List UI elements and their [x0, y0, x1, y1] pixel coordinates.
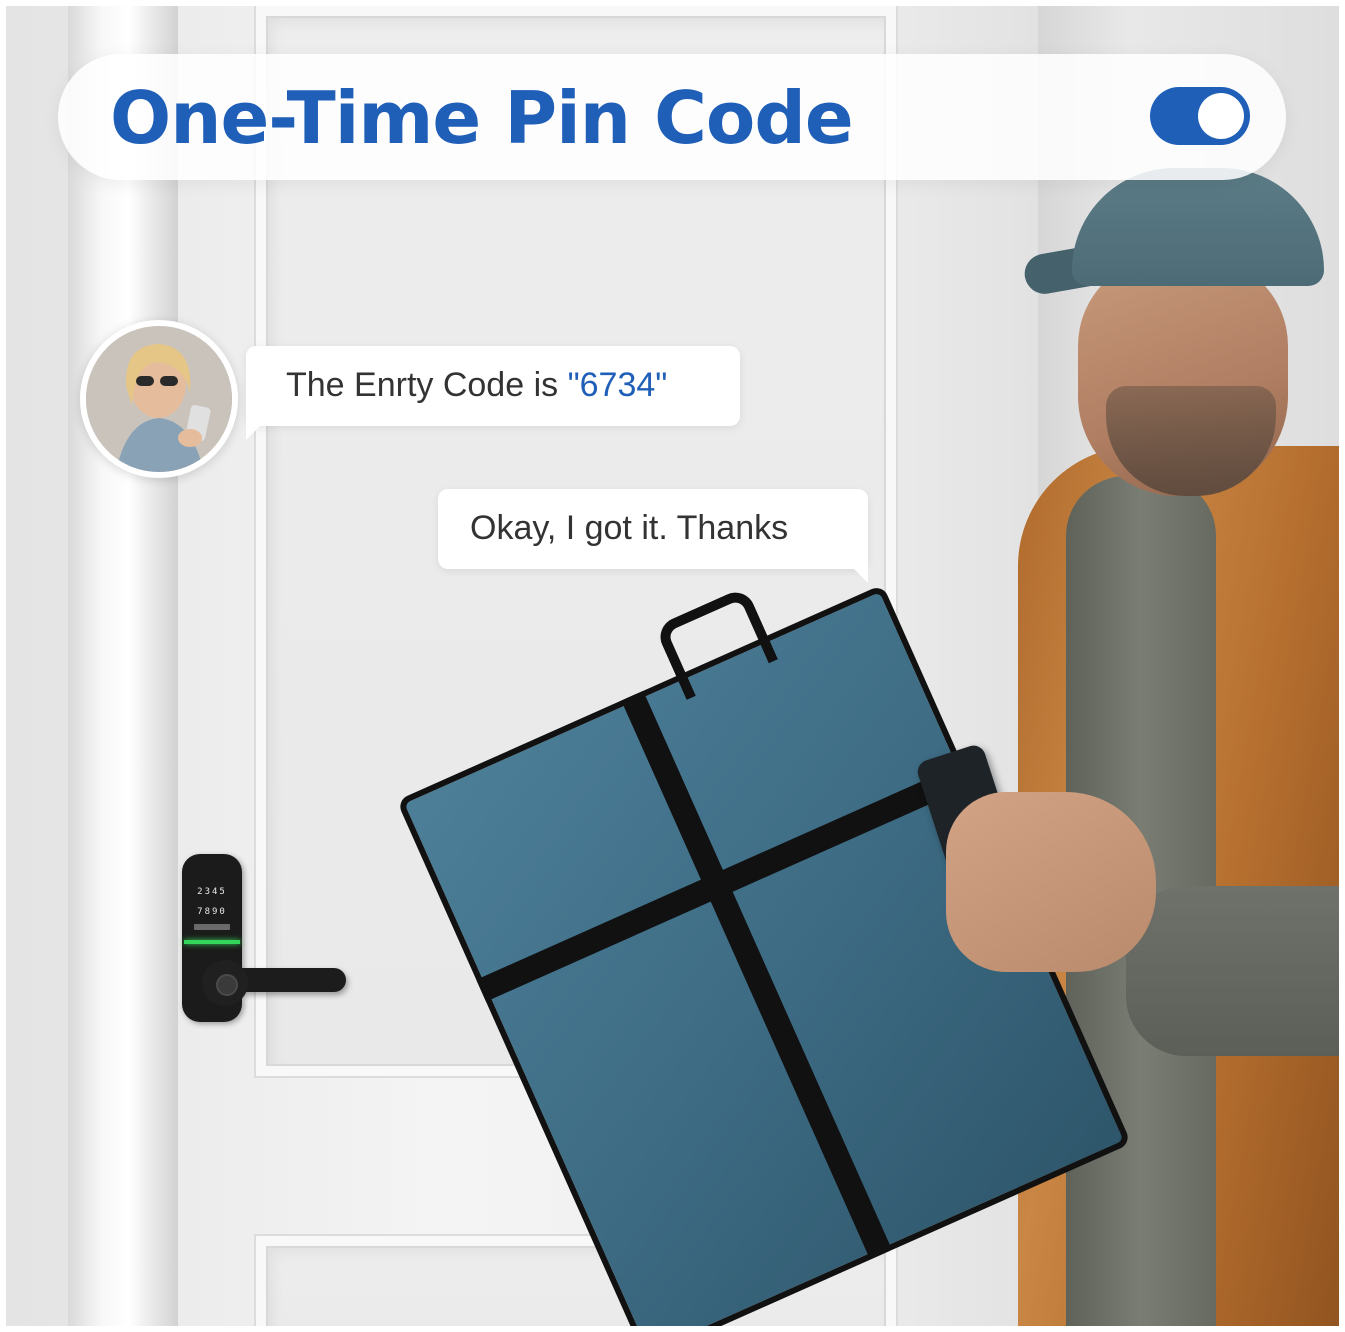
lock-brand-plate: [194, 924, 230, 930]
lock-rose: [202, 960, 248, 1006]
toggle-switch-icon[interactable]: [1150, 87, 1250, 145]
page-title: One-Time Pin Code: [110, 76, 854, 160]
courier-hand: [946, 792, 1156, 972]
user-avatar: [80, 320, 238, 478]
courier-sleeve: [1126, 886, 1339, 1056]
entry-code: "6734": [567, 366, 668, 404]
message-text: Okay, I got it. Thanks: [470, 509, 789, 547]
message-prefix: The Enrty Code is: [286, 366, 568, 404]
lock-status-light: [184, 940, 240, 944]
chat-bubble-incoming: The Enrty Code is "6734": [246, 346, 740, 440]
keyhole-icon: [216, 974, 238, 996]
header-banner: One-Time Pin Code: [58, 54, 1286, 180]
door-lever-handle: [232, 968, 346, 992]
avatar-portrait-icon: [86, 326, 232, 472]
bag-strap: [621, 690, 892, 1258]
door-casing: [68, 6, 178, 1326]
toggle-knob: [1198, 93, 1244, 139]
chat-bubble-reply: Okay, I got it. Thanks: [438, 489, 868, 583]
scene: 2345 7890 One-Time Pin Code The Enrty Co…: [6, 6, 1339, 1326]
message-text: The Enrty Code is "6734": [286, 366, 667, 405]
keypad-row: 7890: [197, 907, 227, 917]
bubble-tail: [846, 561, 868, 583]
keypad-row: 2345: [197, 887, 227, 897]
lock-keypad: 2345 7890: [188, 882, 236, 922]
bubble-tail: [246, 418, 268, 440]
